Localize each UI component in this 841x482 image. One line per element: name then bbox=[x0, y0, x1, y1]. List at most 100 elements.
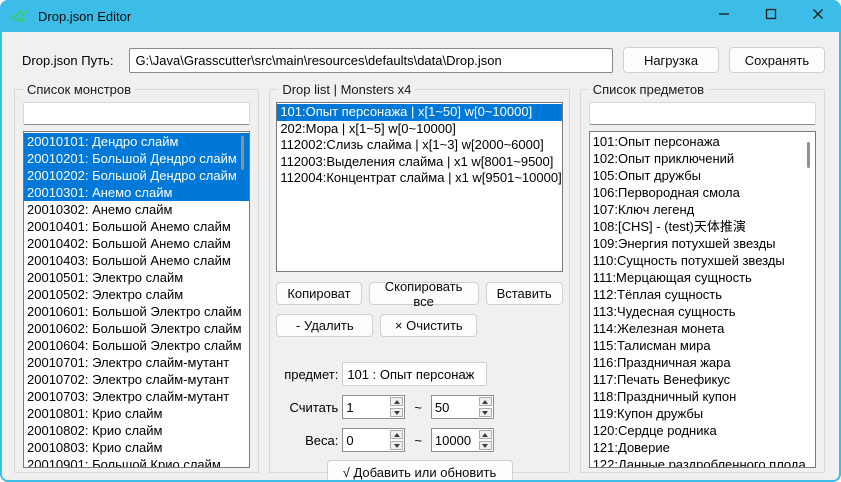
item-list-item[interactable]: 106:Первородная смола bbox=[590, 184, 815, 201]
monster-list-item[interactable]: 20010801: Крио слайм bbox=[24, 405, 249, 422]
weight-max-input[interactable] bbox=[432, 429, 478, 451]
spin-down-button[interactable] bbox=[390, 441, 403, 450]
count-min-spinner[interactable] bbox=[342, 395, 405, 419]
drop-list-item[interactable]: 112002:Слизь слайма | x[1~3] w[2000~6000… bbox=[277, 137, 561, 154]
item-list-item[interactable]: 107:Ключ легенд bbox=[590, 201, 815, 218]
close-icon bbox=[812, 7, 824, 25]
arrow-up-icon bbox=[394, 400, 400, 404]
path-row: Drop.json Путь: Нагрузка Сохранять bbox=[22, 47, 825, 73]
copy-all-button[interactable]: Скопировать все bbox=[369, 282, 479, 305]
item-list-item[interactable]: 120:Сердце родника bbox=[590, 422, 815, 439]
spin-up-button[interactable] bbox=[390, 397, 403, 406]
monster-list-item[interactable]: 20010602: Большой Электро слайм bbox=[24, 320, 249, 337]
monster-list-item[interactable]: 20010302: Анемо слайм bbox=[24, 201, 249, 218]
item-list-item[interactable]: 117:Печать Венефикус bbox=[590, 371, 815, 388]
spin-down-button[interactable] bbox=[479, 441, 492, 450]
minimize-icon bbox=[718, 7, 730, 25]
item-list-item[interactable]: 111:Мерцающая сущность bbox=[590, 269, 815, 286]
monster-list-item[interactable]: 20010701: Электро слайм-мутант bbox=[24, 354, 249, 371]
item-list-item[interactable]: 102:Опыт приключений bbox=[590, 150, 815, 167]
item-search-input[interactable] bbox=[589, 102, 816, 125]
monster-list-item[interactable]: 20010402: Большой Анемо слайм bbox=[24, 235, 249, 252]
monster-list-item[interactable]: 20010802: Крио слайм bbox=[24, 422, 249, 439]
edit-buttons-row: - Удалить × Очистить bbox=[276, 314, 562, 337]
item-list-item[interactable]: 101:Опыт персонажа bbox=[590, 133, 815, 150]
load-button[interactable]: Нагрузка bbox=[623, 47, 719, 73]
item-list-item[interactable]: 108:[CHS] - (test)天体推演 bbox=[590, 218, 815, 235]
item-list-item[interactable]: 114:Железная монета bbox=[590, 320, 815, 337]
monster-list-item[interactable]: 20010604: Большой Электро слайм bbox=[24, 337, 249, 354]
monster-list-item[interactable]: 20010202: Большой Дендро слайм bbox=[24, 167, 249, 184]
weight-min-spin-buttons bbox=[389, 429, 404, 451]
item-list-item[interactable]: 122:Данные раздробленного плода bbox=[590, 456, 815, 468]
weight-min-input[interactable] bbox=[343, 429, 389, 451]
count-max-spinner[interactable] bbox=[431, 395, 494, 419]
spin-up-button[interactable] bbox=[479, 430, 492, 439]
close-button[interactable] bbox=[794, 0, 841, 32]
monster-list-item[interactable]: 20010502: Электро слайм bbox=[24, 286, 249, 303]
monster-search-input[interactable] bbox=[23, 102, 250, 125]
item-list-item[interactable]: 112:Тёплая сущность bbox=[590, 286, 815, 303]
drop-list-item[interactable]: 112003:Выделения слайма | x1 w[8001~9500… bbox=[277, 154, 561, 171]
item-list-scrollbar[interactable] bbox=[807, 142, 810, 168]
drop-panel: Drop list | Monsters x4 101:Опыт персона… bbox=[269, 89, 569, 473]
weight-label: Веса: bbox=[276, 433, 338, 448]
minimize-button[interactable] bbox=[700, 0, 747, 32]
count-max-input[interactable] bbox=[432, 396, 478, 418]
item-list-item[interactable]: 121:Доверие bbox=[590, 439, 815, 456]
count-max-spin-buttons bbox=[478, 396, 493, 418]
spin-up-button[interactable] bbox=[390, 430, 403, 439]
items-panel: Список предметов 101:Опыт персонажа102:О… bbox=[580, 89, 825, 473]
item-list-item[interactable]: 116:Праздничная жара bbox=[590, 354, 815, 371]
drop-list-item[interactable]: 101:Опыт персонажа | x[1~50] w[0~10000] bbox=[277, 104, 561, 121]
weight-min-spinner[interactable] bbox=[342, 428, 405, 452]
count-min-input[interactable] bbox=[343, 396, 389, 418]
delete-button[interactable]: - Удалить bbox=[276, 314, 373, 337]
path-input[interactable] bbox=[129, 48, 613, 73]
titlebar[interactable]: Drop.json Editor bbox=[0, 0, 841, 32]
monster-list-item[interactable]: 20010702: Электро слайм-мутант bbox=[24, 371, 249, 388]
drop-list[interactable]: 101:Опыт персонажа | x[1~50] w[0~10000]2… bbox=[276, 102, 562, 272]
item-list[interactable]: 101:Опыт персонажа102:Опыт приключений10… bbox=[589, 131, 816, 468]
paste-button[interactable]: Вставить bbox=[486, 282, 563, 305]
add-or-update-button[interactable]: √ Добавить или обновить bbox=[327, 460, 513, 480]
item-list-item[interactable]: 105:Опыт дружбы bbox=[590, 167, 815, 184]
panels: Список монстров 20010101: Дендро слайм20… bbox=[14, 89, 825, 473]
path-label: Drop.json Путь: bbox=[22, 53, 113, 68]
save-button[interactable]: Сохранять bbox=[729, 47, 825, 73]
item-label: предмет: bbox=[276, 367, 338, 382]
monster-list-scrollbar[interactable] bbox=[241, 136, 244, 170]
monster-list-item[interactable]: 20010501: Электро слайм bbox=[24, 269, 249, 286]
monster-list-item[interactable]: 20010803: Крио слайм bbox=[24, 439, 249, 456]
drop-list-item[interactable]: 202:Мора | x[1~5] w[0~10000] bbox=[277, 121, 561, 138]
monster-list-item[interactable]: 20010403: Большой Анемо слайм bbox=[24, 252, 249, 269]
drop-list-item[interactable]: 112004:Концентрат слайма | x1 w[9501~100… bbox=[277, 170, 561, 187]
item-field[interactable] bbox=[342, 362, 487, 386]
item-list-item[interactable]: 109:Энергия потухшей звезды bbox=[590, 235, 815, 252]
monster-list-item[interactable]: 20010301: Анемо слайм bbox=[24, 184, 249, 201]
spin-down-button[interactable] bbox=[479, 408, 492, 417]
monster-list-item[interactable]: 20010601: Большой Электро слайм bbox=[24, 303, 249, 320]
monster-list-item[interactable]: 20010901: Большой Крио слайм bbox=[24, 456, 249, 468]
item-list-item[interactable]: 115:Талисман мира bbox=[590, 337, 815, 354]
weight-max-spinner[interactable] bbox=[431, 428, 494, 452]
monster-list-item[interactable]: 20010703: Электро слайм-мутант bbox=[24, 388, 249, 405]
maximize-button[interactable] bbox=[747, 0, 794, 32]
copy-button[interactable]: Копироват bbox=[276, 282, 361, 305]
arrow-up-icon bbox=[482, 400, 488, 404]
item-list-item[interactable]: 118:Праздничный купон bbox=[590, 388, 815, 405]
spin-up-button[interactable] bbox=[479, 397, 492, 406]
monster-list-item[interactable]: 20010201: Большой Дендро слайм bbox=[24, 150, 249, 167]
clear-button[interactable]: × Очистить bbox=[380, 314, 477, 337]
count-min-spin-buttons bbox=[389, 396, 404, 418]
items-panel-title: Список предметов bbox=[589, 82, 708, 97]
count-label: Считать bbox=[276, 400, 338, 415]
spin-down-button[interactable] bbox=[390, 408, 403, 417]
item-list-item[interactable]: 113:Чудесная сущность bbox=[590, 303, 815, 320]
monster-list[interactable]: 20010101: Дендро слайм20010201: Большой … bbox=[23, 131, 250, 468]
monster-list-item[interactable]: 20010101: Дендро слайм bbox=[24, 133, 249, 150]
item-list-item[interactable]: 119:Купон дружбы bbox=[590, 405, 815, 422]
arrow-down-icon bbox=[482, 411, 488, 415]
item-list-item[interactable]: 110:Сущность потухшей звезды bbox=[590, 252, 815, 269]
monster-list-item[interactable]: 20010401: Большой Анемо слайм bbox=[24, 218, 249, 235]
